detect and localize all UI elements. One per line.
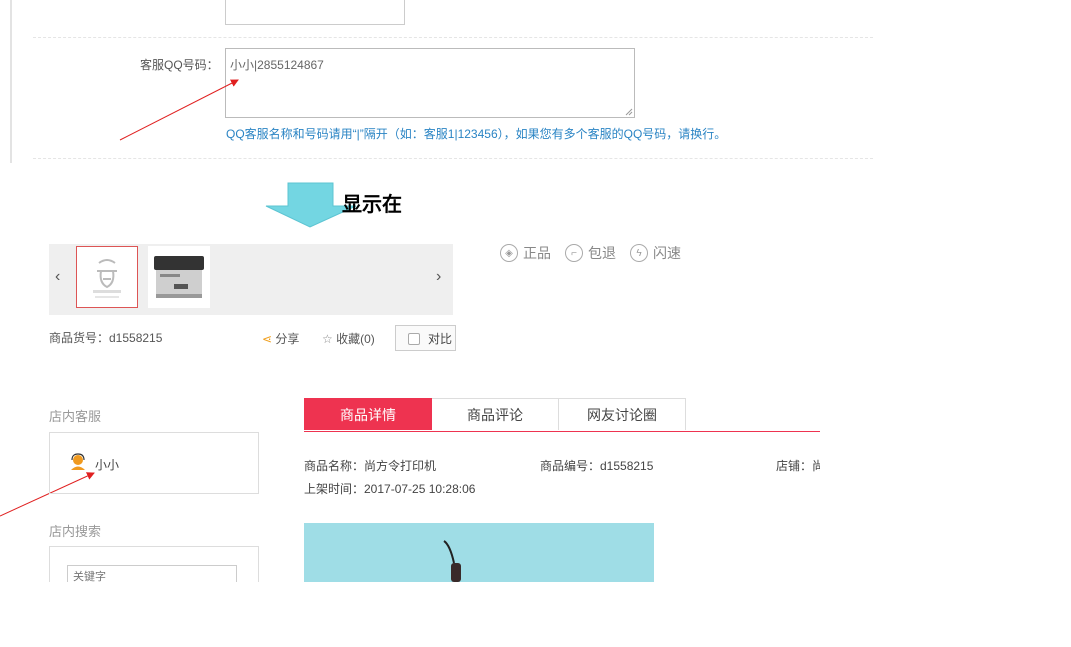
share-label: 分享 xyxy=(275,332,300,346)
favorite-button[interactable]: ☆ 收藏(0) xyxy=(322,330,375,347)
service-agent-name[interactable]: 小小 xyxy=(95,456,119,473)
star-icon: ☆ xyxy=(322,332,333,346)
badge-label: 包退 xyxy=(588,245,616,261)
tab-discussion[interactable]: 网友讨论圈 xyxy=(559,398,686,430)
badge-genuine: ◈ 正品 xyxy=(500,243,551,263)
badge-label: 正品 xyxy=(523,245,551,261)
badge-label: 闪速 xyxy=(653,245,681,261)
badge-fast: ϟ 闪速 xyxy=(630,243,681,263)
customer-service-title: 店内客服 xyxy=(49,409,102,424)
product-number: 商品编号：d1558215 xyxy=(540,459,654,473)
shield-icon: ◈ xyxy=(500,244,518,262)
badge-return: ⌐ 包退 xyxy=(565,243,616,263)
compare-label: 对比 xyxy=(428,332,453,346)
product-photo xyxy=(443,540,461,582)
compare-checkbox[interactable] xyxy=(408,333,420,345)
store-search-title: 店内搜索 xyxy=(49,524,102,539)
product-name: 商品名称：尚方令打印机 xyxy=(304,459,437,473)
share-button[interactable]: ⋖ 分享 xyxy=(262,330,299,347)
tab-underline xyxy=(304,431,820,432)
detail-tabs: 商品详情 商品评论 网友讨论圈 xyxy=(304,398,686,431)
store-logo-icon xyxy=(93,259,121,298)
share-icon: ⋖ xyxy=(262,332,273,346)
thumbnail-printer[interactable] xyxy=(148,246,210,308)
tab-product-reviews[interactable]: 商品评论 xyxy=(432,398,559,430)
page-cutoff xyxy=(0,582,1071,647)
gallery-next-icon[interactable]: › xyxy=(436,268,441,286)
favorite-label: 收藏(0) xyxy=(336,332,375,346)
product-store[interactable]: 店铺：尚 xyxy=(776,457,820,474)
gallery-prev-icon[interactable]: ‹ xyxy=(55,268,60,286)
thumbnail-logo[interactable] xyxy=(76,246,138,308)
service-agent-icon[interactable] xyxy=(69,453,87,471)
listed-time: 上架时间：2017-07-25 10:28:06 xyxy=(304,482,476,496)
return-icon: ⌐ xyxy=(565,244,583,262)
product-detail-image xyxy=(304,523,654,582)
display-location-label: 显示在 xyxy=(342,194,402,216)
service-badges: ◈ 正品 ⌐ 包退 ϟ 闪速 xyxy=(500,243,681,263)
lightning-icon: ϟ xyxy=(630,244,648,262)
printer-image xyxy=(154,256,204,298)
tab-product-details[interactable]: 商品详情 xyxy=(304,398,432,430)
product-sku: 商品货号：d1558215 xyxy=(49,331,163,345)
annotation-arrow-top xyxy=(119,79,239,141)
